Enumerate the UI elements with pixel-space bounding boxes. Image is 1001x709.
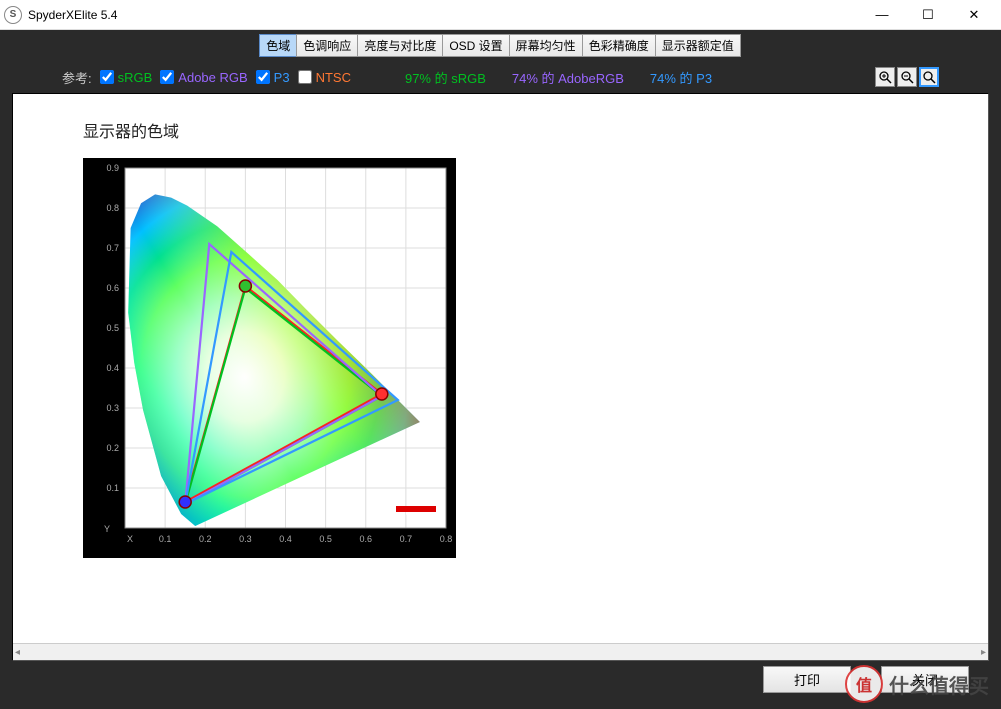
tab-brightness[interactable]: 亮度与对比度 <box>357 34 443 57</box>
print-button[interactable]: 打印 <box>763 666 851 693</box>
minimize-button[interactable]: — <box>859 0 905 30</box>
zoom-fit-icon[interactable] <box>919 67 939 87</box>
tab-rating[interactable]: 显示器额定值 <box>655 34 741 57</box>
checkbox-p3-label: P3 <box>274 70 290 85</box>
svg-text:0.4: 0.4 <box>106 363 119 373</box>
checkbox-srgb[interactable]: sRGB <box>100 70 153 85</box>
tab-tone[interactable]: 色调响应 <box>296 34 358 57</box>
checkbox-ntsc-input[interactable] <box>298 70 312 84</box>
maximize-button[interactable]: ☐ <box>905 0 951 30</box>
close-button[interactable]: ✕ <box>951 0 997 30</box>
svg-text:0.3: 0.3 <box>106 403 119 413</box>
watermark-badge-icon: 值 <box>845 665 883 703</box>
svg-text:0.8: 0.8 <box>440 534 453 544</box>
chart-title: 显示器的色域 <box>83 118 988 142</box>
checkbox-adobergb-input[interactable] <box>160 70 174 84</box>
svg-text:0.4: 0.4 <box>279 534 292 544</box>
bottom-bar: 打印 关闭 <box>12 661 989 697</box>
tab-accuracy[interactable]: 色彩精确度 <box>582 34 656 57</box>
svg-text:0.6: 0.6 <box>106 283 119 293</box>
svg-text:0.8: 0.8 <box>106 203 119 213</box>
tab-uniformity[interactable]: 屏幕均匀性 <box>509 34 583 57</box>
stat-p3: 74% 的 P3 <box>650 68 712 87</box>
window-controls: — ☐ ✕ <box>859 0 997 30</box>
checkbox-p3[interactable]: P3 <box>256 70 290 85</box>
svg-text:Y: Y <box>104 524 110 534</box>
checkbox-adobergb[interactable]: Adobe RGB <box>160 70 247 85</box>
reference-row: 参考: sRGB Adobe RGB P3 NTSC 97% 的 sRGB 74… <box>12 61 989 93</box>
svg-text:0.1: 0.1 <box>159 534 172 544</box>
svg-text:0.5: 0.5 <box>106 323 119 333</box>
svg-text:0.7: 0.7 <box>400 534 413 544</box>
checkbox-srgb-input[interactable] <box>100 70 114 84</box>
titlebar: S SpyderXElite 5.4 — ☐ ✕ <box>0 0 1001 30</box>
svg-text:0.2: 0.2 <box>106 443 119 453</box>
tab-gamut[interactable]: 色域 <box>259 34 297 57</box>
checkbox-ntsc-label: NTSC <box>316 70 351 85</box>
content-frame: 显示器的色域 0.1 0.2 0.3 0.4 0.5 0.6 0.7 0.8 0.1 0.2 0.3… <box>12 93 989 661</box>
stat-adobergb: 74% 的 AdobeRGB <box>512 68 624 87</box>
tab-osd[interactable]: OSD 设置 <box>442 34 509 57</box>
svg-text:0.9: 0.9 <box>106 163 119 173</box>
zoom-tools <box>875 67 939 87</box>
canvas-area: 显示器的色域 0.1 0.2 0.3 0.4 0.5 0.6 0.7 0.8 0.1 0.2 0.3… <box>13 94 988 643</box>
watermark: 值 什么值得买 <box>845 665 989 703</box>
checkbox-srgb-label: sRGB <box>118 70 153 85</box>
checkbox-p3-input[interactable] <box>256 70 270 84</box>
app-icon: S <box>4 6 22 24</box>
checkbox-adobergb-label: Adobe RGB <box>178 70 247 85</box>
watermark-text: 什么值得买 <box>889 670 989 699</box>
stat-srgb: 97% 的 sRGB <box>405 68 486 87</box>
svg-text:0.7: 0.7 <box>106 243 119 253</box>
svg-text:0.5: 0.5 <box>319 534 332 544</box>
svg-text:0.3: 0.3 <box>239 534 252 544</box>
zoom-in-icon[interactable] <box>875 67 895 87</box>
tabs: 色域 色调响应 亮度与对比度 OSD 设置 屏幕均匀性 色彩精确度 显示器额定值 <box>12 34 989 57</box>
cie-chart: 0.1 0.2 0.3 0.4 0.5 0.6 0.7 0.8 0.1 0.2 0.3 0.4 0.5 0… <box>83 158 456 558</box>
zoom-out-icon[interactable] <box>897 67 917 87</box>
checkbox-ntsc[interactable]: NTSC <box>298 70 351 85</box>
scrollbar-horizontal[interactable]: ◂▸ <box>13 643 988 660</box>
svg-text:0.2: 0.2 <box>199 534 212 544</box>
svg-text:0.6: 0.6 <box>359 534 372 544</box>
window-title: SpyderXElite 5.4 <box>28 8 117 22</box>
svg-text:0.1: 0.1 <box>106 483 119 493</box>
svg-text:X: X <box>127 534 133 544</box>
reference-label: 参考: <box>62 68 92 87</box>
app-body: 色域 色调响应 亮度与对比度 OSD 设置 屏幕均匀性 色彩精确度 显示器额定值… <box>0 30 1001 709</box>
